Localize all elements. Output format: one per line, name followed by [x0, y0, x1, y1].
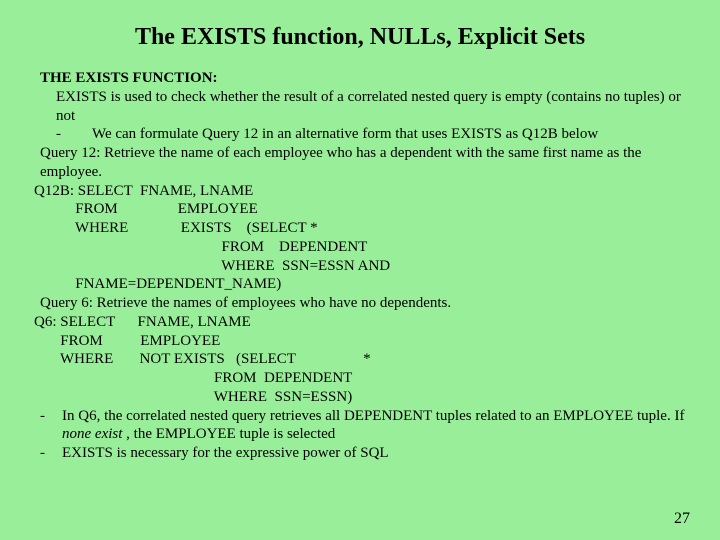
note-item-2: - EXISTS is necessary for the expressive…: [40, 444, 686, 463]
q12b-line5: WHERE SSN=ESSN AND: [34, 257, 686, 276]
note1-italic: none exist: [62, 426, 122, 442]
query12-description: Query 12: Retrieve the name of each empl…: [40, 144, 686, 182]
note1-part-b: , the EMPLOYEE tuple is selected: [122, 426, 335, 442]
q6-line4: FROM DEPENDENT: [34, 369, 686, 388]
section-heading: THE EXISTS FUNCTION:: [40, 69, 686, 88]
q12b-line2: FROM EMPLOYEE: [34, 200, 686, 219]
note-text: In Q6, the correlated nested query retri…: [62, 407, 686, 445]
bullet-dash-icon: -: [40, 407, 62, 445]
q6-line2: FROM EMPLOYEE: [34, 332, 686, 351]
bullet-text: We can formulate Query 12 in an alternat…: [92, 125, 686, 144]
intro-text: EXISTS is used to check whether the resu…: [56, 88, 686, 126]
slide: The EXISTS function, NULLs, Explicit Set…: [0, 0, 720, 540]
bullet-item: - We can formulate Query 12 in an altern…: [56, 125, 686, 144]
slide-title: The EXISTS function, NULLs, Explicit Set…: [34, 24, 686, 51]
q12b-line6: FNAME=DEPENDENT_NAME): [34, 275, 686, 294]
q6-line3: WHERE NOT EXISTS (SELECT *: [34, 350, 686, 369]
page-number: 27: [674, 510, 690, 528]
q12b-line3: WHERE EXISTS (SELECT *: [34, 219, 686, 238]
note-item-1: - In Q6, the correlated nested query ret…: [40, 407, 686, 445]
bullet-dash-icon: -: [40, 444, 62, 463]
note-text: EXISTS is necessary for the expressive p…: [62, 444, 686, 463]
q12b-line1: Q12B: SELECT FNAME, LNAME: [34, 182, 686, 201]
note1-part-a: In Q6, the correlated nested query retri…: [62, 408, 684, 424]
bullet-dash-icon: -: [56, 125, 92, 144]
slide-body: THE EXISTS FUNCTION: EXISTS is used to c…: [34, 69, 686, 463]
query6-description: Query 6: Retrieve the names of employees…: [40, 294, 686, 313]
q6-line1: Q6: SELECT FNAME, LNAME: [34, 313, 686, 332]
q12b-line4: FROM DEPENDENT: [34, 238, 686, 257]
q6-line5: WHERE SSN=ESSN): [34, 388, 686, 407]
